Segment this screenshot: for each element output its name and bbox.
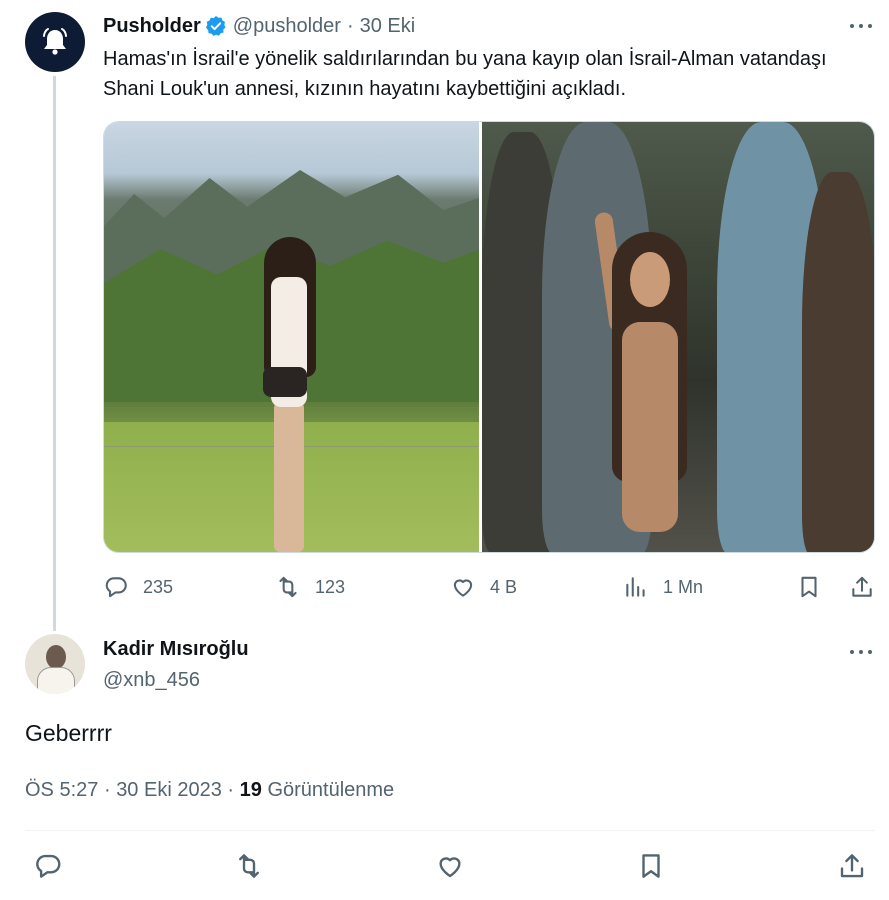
divider bbox=[25, 830, 875, 831]
reply-icon bbox=[105, 577, 127, 598]
views-button[interactable]: 1 Mn bbox=[623, 571, 703, 603]
share-icon bbox=[852, 576, 872, 597]
bookmark-button[interactable] bbox=[796, 571, 822, 603]
photo-mountain-portrait[interactable] bbox=[104, 122, 479, 552]
reply-views-count: 19 bbox=[239, 779, 262, 801]
heart-icon bbox=[439, 857, 461, 878]
share-button[interactable] bbox=[837, 850, 867, 882]
heart-icon bbox=[453, 579, 473, 597]
reply-count: 235 bbox=[143, 576, 174, 597]
thread-line bbox=[53, 76, 56, 631]
reply-date[interactable]: 30 Eki 2023 bbox=[116, 779, 222, 801]
pusholder-avatar[interactable] bbox=[25, 12, 85, 72]
separator-dot: · bbox=[103, 779, 111, 801]
separator-dot: · bbox=[346, 14, 354, 37]
share-icon bbox=[840, 854, 864, 878]
like-count: 4 B bbox=[490, 576, 518, 597]
reply-author-name[interactable]: Kadir Mısıroğlu bbox=[103, 638, 249, 661]
tweet-date[interactable]: 30 Eki bbox=[360, 15, 416, 38]
separator-dot: · bbox=[227, 779, 235, 801]
photo-festival-crowd[interactable] bbox=[481, 122, 874, 552]
reply-author-handle[interactable]: @xnb_456 bbox=[103, 669, 200, 692]
bookmark-button[interactable] bbox=[636, 850, 666, 882]
photo-person bbox=[249, 237, 329, 552]
like-button[interactable]: 4 B bbox=[450, 571, 517, 603]
kadir-avatar[interactable] bbox=[25, 634, 85, 694]
views-count: 1 Mn bbox=[663, 576, 704, 597]
retweet-icon bbox=[239, 854, 259, 878]
tweet-text: Hamas'ın İsrail'e yönelik saldırılarında… bbox=[103, 48, 827, 100]
bookmark-icon bbox=[801, 576, 817, 598]
photo-crowd-person bbox=[801, 172, 874, 552]
reply-views-label: Görüntülenme bbox=[267, 779, 395, 801]
reply-text: Geberrrr bbox=[25, 720, 112, 746]
bell-icon bbox=[43, 28, 67, 55]
retweet-button[interactable]: 123 bbox=[275, 571, 345, 603]
tweet-media[interactable] bbox=[103, 121, 875, 553]
retweet-icon bbox=[279, 576, 297, 598]
tweet-header: Pusholder @pusholder · 30 Eki bbox=[103, 12, 415, 40]
reply-meta: ÖS 5:27 · 30 Eki 2023 · 19 Görüntülenme bbox=[25, 779, 394, 802]
author-handle[interactable]: @pusholder bbox=[233, 15, 341, 38]
more-icon[interactable] bbox=[848, 641, 874, 663]
reply-button[interactable] bbox=[33, 850, 63, 882]
more-icon[interactable] bbox=[848, 15, 874, 37]
reply-time[interactable]: ÖS 5:27 bbox=[25, 779, 98, 801]
author-name[interactable]: Pusholder bbox=[103, 15, 201, 38]
reply-actions bbox=[25, 850, 875, 884]
verified-badge-icon bbox=[205, 15, 227, 37]
retweet-button[interactable] bbox=[234, 850, 264, 882]
bookmark-icon bbox=[642, 854, 660, 878]
like-button[interactable] bbox=[435, 850, 465, 882]
reply-icon bbox=[36, 854, 61, 878]
analytics-icon bbox=[626, 577, 645, 597]
photo-person bbox=[592, 211, 712, 552]
reply-button[interactable]: 235 bbox=[103, 571, 173, 603]
tweet-actions: 235 123 4 B 1 Mn bbox=[103, 571, 875, 603]
share-button[interactable] bbox=[849, 571, 875, 603]
retweet-count: 123 bbox=[315, 576, 346, 597]
